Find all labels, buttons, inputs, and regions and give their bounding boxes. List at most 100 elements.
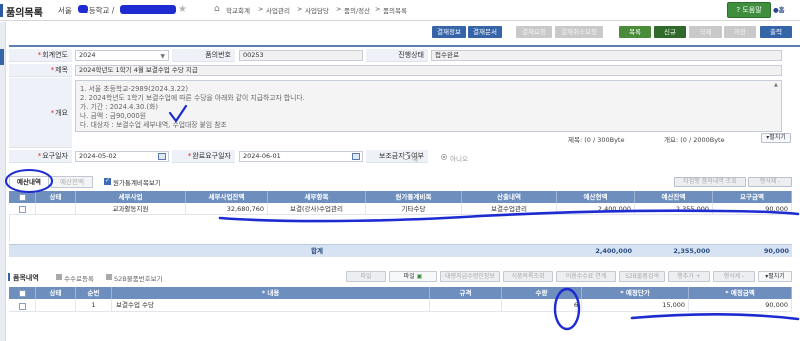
new-button[interactable]: 신규: [654, 26, 686, 38]
cost-stat-checkbox[interactable]: [104, 177, 111, 185]
subject-label: *제목: [9, 64, 72, 77]
fee-link-button[interactable]: 이용수수료 연계: [556, 271, 616, 282]
list-button[interactable]: 목록: [619, 26, 651, 38]
summary-char-count: 개요: (0 / 2000Byte: [664, 136, 725, 144]
col-content: * 내용: [112, 287, 430, 299]
calendar-icon[interactable]: [352, 153, 360, 160]
tab-budget-detail[interactable]: 예산내역: [9, 176, 49, 188]
cell-budget-current: 2,400,000: [557, 203, 635, 214]
checkbox[interactable]: [18, 206, 26, 213]
print-button[interactable]: 출력: [760, 26, 792, 38]
cell-unit-price[interactable]: 15,000: [582, 299, 689, 311]
request-date-field[interactable]: 2024-05-02: [75, 151, 169, 162]
doc-no-field: 00253: [239, 50, 363, 61]
delete-row-button[interactable]: 행삭제 -: [748, 177, 792, 187]
breadcrumb-item[interactable]: 사업관리: [266, 5, 290, 15]
option-square[interactable]: [56, 274, 62, 280]
approval-request-button[interactable]: 결재요청: [516, 26, 552, 38]
breadcrumb-item[interactable]: 사업담당: [305, 5, 329, 15]
delete-row-button[interactable]: 행삭제 -: [713, 271, 755, 282]
complete-date-label: *완료요구일자: [172, 150, 235, 163]
cell-amount[interactable]: 90,000: [689, 299, 792, 311]
tab-budget-full[interactable]: 예산전액: [51, 176, 93, 188]
col-request-amount: 요구금액: [713, 191, 792, 203]
budget-grid-header: 상태 세부사업 세부사업잔액 세부항목 원가통계비목 산출내역 예산현액 예산잔…: [9, 191, 792, 203]
home-icon[interactable]: ⌂: [214, 4, 220, 14]
row-checkbox-cell[interactable]: [9, 203, 36, 214]
subject-char-count: 제목: (0 / 300Byte: [568, 136, 625, 144]
col-seq: 순번: [76, 287, 112, 299]
col-unit-price: * 예정단가: [582, 287, 689, 299]
page-title: 품의목록: [6, 8, 43, 19]
breadcrumb-sep: >: [375, 5, 381, 13]
page-header: 품의목록 서울 초등학교 / ★ ⌂ 학교회계 > 사업관리 > 사업담당 > 품…: [0, 0, 800, 21]
cell-subproject-balance: 32,680,760: [186, 203, 268, 214]
select-all-checkbox[interactable]: [9, 191, 36, 203]
approval-doc-button[interactable]: 결재문서: [468, 26, 502, 38]
summary-line: 다. 대상자 : 보결수업 세부내역, 수업대장 붙임 참조: [80, 121, 227, 129]
redaction-mark: [78, 5, 88, 13]
cell-qty[interactable]: 6: [502, 299, 582, 311]
delete-button[interactable]: 삭제: [689, 26, 722, 38]
org-prefix: 서울: [58, 6, 72, 15]
file-button[interactable]: 파일: [346, 271, 386, 282]
help-icon: ?: [736, 6, 741, 14]
lookup-button[interactable]: 타집행 품의내역 조회: [674, 177, 746, 187]
s2b-search-button[interactable]: S2B물품검색: [619, 271, 665, 282]
fee-register-label: 수수료등록: [64, 275, 94, 283]
col-spec: 규격: [430, 287, 502, 299]
option-square[interactable]: [106, 274, 112, 280]
checkbox[interactable]: [18, 194, 26, 201]
radio-no[interactable]: [441, 154, 447, 160]
star-icon[interactable]: ★: [178, 4, 187, 15]
cell-spec[interactable]: [430, 299, 502, 311]
excel-button[interactable]: 파일 ▣: [389, 271, 437, 282]
subject-field[interactable]: 2024학년도 1학기 4월 보결수업 수당 지급: [75, 65, 782, 76]
checkbox[interactable]: [18, 303, 26, 310]
food-list-button[interactable]: 식품목록조회: [503, 271, 553, 282]
left-rail-tab[interactable]: [0, 49, 4, 65]
help-button[interactable]: ? 도움말: [727, 2, 771, 18]
file-label: 파일: [403, 273, 415, 280]
approval-cancel-button[interactable]: 결재취소요청: [555, 26, 603, 38]
summary-label: *개요: [9, 78, 72, 148]
complete-date-field[interactable]: 2024-06-01: [239, 151, 363, 162]
items-section-title: 품목내역: [13, 274, 39, 282]
breadcrumb-item[interactable]: 품의목록: [383, 5, 407, 15]
bulk-payee-button[interactable]: 대량지급수령인정보: [440, 271, 500, 282]
radio-yes[interactable]: [403, 154, 409, 160]
left-rail: [0, 22, 6, 341]
cell-cost-stat: 기타수당: [366, 203, 462, 214]
cell-calc: 보결수업관리: [462, 203, 557, 214]
section-accent: [8, 273, 10, 281]
approval-info-button[interactable]: 결재정보: [432, 26, 466, 38]
checkbox[interactable]: [18, 290, 26, 297]
fiscal-year-select[interactable]: 2024 ▼: [75, 50, 169, 61]
save-button[interactable]: 저장: [724, 26, 756, 38]
sum-request-amount: 90,000: [763, 247, 789, 255]
help-label: 도움말: [742, 6, 762, 14]
select-all-checkbox[interactable]: [9, 287, 36, 299]
doc-no-label: 품의번호: [172, 49, 235, 62]
summary-textarea[interactable]: 1. 서울 초등학교-2989(2024.3.22) 2. 2024학년도 1학…: [75, 80, 782, 132]
cell-content[interactable]: 보결수업 수당: [112, 299, 430, 311]
expand-button[interactable]: ▾펼치기: [761, 133, 791, 143]
col-status: 상태: [36, 191, 76, 203]
row-checkbox-cell[interactable]: [9, 299, 36, 311]
col-subproject: 세부사업: [76, 191, 186, 203]
col-budget-balance: 예산잔액: [635, 191, 713, 203]
cell-budget-balance: 2,355,000: [635, 203, 713, 214]
home-button[interactable]: ●홈: [773, 4, 785, 14]
col-subproject-balance: 세부사업잔액: [186, 191, 268, 203]
breadcrumb-item[interactable]: 품의/정산: [344, 5, 370, 15]
add-row-button[interactable]: 행추가 +: [668, 271, 710, 282]
table-row[interactable]: 1 보결수업 수당 6 15,000 90,000: [9, 299, 792, 312]
cell-status: [36, 203, 76, 214]
calendar-icon[interactable]: [158, 153, 166, 160]
breadcrumb-item[interactable]: 학교회계: [226, 5, 250, 15]
s2b-number-label: S2B물품번호보기: [114, 275, 163, 283]
scroll-up-icon[interactable]: ▲: [774, 82, 780, 88]
table-row[interactable]: 교과활동지원 32,680,760 보결(강사)수업관리 기타수당 보결수업관리…: [9, 203, 792, 215]
col-subitem: 세부항목: [268, 191, 366, 203]
items-expand-button[interactable]: ▾펼치기: [758, 271, 792, 282]
